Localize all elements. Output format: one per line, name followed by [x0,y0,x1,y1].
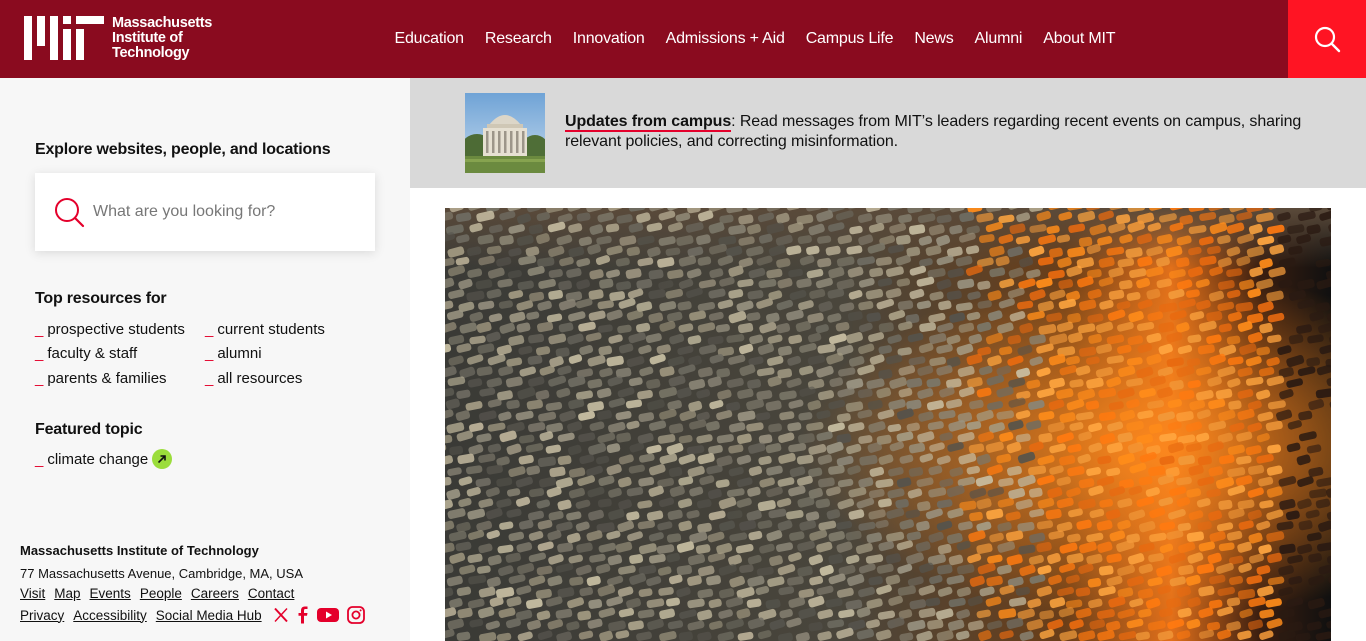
facebook-icon[interactable] [297,606,309,624]
nav-alumni[interactable]: Alumni [964,30,1033,48]
resource-label: all resources [217,370,303,387]
nav-education[interactable]: Education [384,30,474,48]
footer-links-row: Visit Map Events People Careers Contact [20,586,303,601]
site-search[interactable] [35,173,375,251]
great-dome-thumbnail[interactable] [465,93,545,173]
featured-topic-label: climate change [47,450,149,468]
campus-updates-banner: Updates from campus: Read messages from … [410,78,1366,188]
top-resources-title: Top resources for [35,290,167,307]
mit-logo-mark [24,16,104,60]
nav-news[interactable]: News [904,30,964,48]
resource-all-resources[interactable]: _ all resources [205,370,302,387]
logo-line: Institute of [112,30,183,46]
resource-prospective-students[interactable]: _ prospective students [35,321,185,338]
dash-marker: _ [35,450,44,468]
sidebar: Explore websites, people, and locations … [0,78,410,641]
footer-link-social-media-hub[interactable]: Social Media Hub [156,608,262,623]
nav-research[interactable]: Research [474,30,562,48]
footer-link-map[interactable]: Map [54,586,80,601]
campus-updates-text: Updates from campus: Read messages from … [565,112,1325,152]
dash-marker: _ [35,345,44,362]
resource-current-students[interactable]: _ current students [205,321,325,338]
footer-link-events[interactable]: Events [90,586,131,601]
hero-image[interactable] [445,208,1331,641]
nav-admissions-aid[interactable]: Admissions + Aid [655,30,795,48]
featured-topic-title: Featured topic [35,421,143,438]
logo-line: Technology [112,45,190,61]
nav-innovation[interactable]: Innovation [562,30,655,48]
main-nav: Education Research Innovation Admissions… [384,0,1126,78]
footer-address: 77 Massachusetts Avenue, Cambridge, MA, … [20,566,304,581]
footer-link-careers[interactable]: Careers [191,586,239,601]
search-input[interactable] [93,203,353,221]
resource-label: alumni [217,345,262,362]
youtube-icon[interactable] [316,607,339,623]
resource-parents-families[interactable]: _ parents & families [35,370,167,387]
resource-label: prospective students [47,321,185,338]
nav-campus-life[interactable]: Campus Life [795,30,904,48]
footer-link-visit[interactable]: Visit [20,586,45,601]
x-icon[interactable] [273,607,289,623]
site-header: Massachusetts Institute of Technology Ed… [0,0,1366,78]
nav-about-mit[interactable]: About MIT [1033,30,1126,48]
social-icons [273,606,373,624]
footer-link-accessibility[interactable]: Accessibility [73,608,147,623]
search-icon [55,198,85,228]
resource-faculty-staff[interactable]: _ faculty & staff [35,345,137,362]
footer-link-privacy[interactable]: Privacy [20,608,64,623]
footer-link-people[interactable]: People [140,586,182,601]
dash-marker: _ [205,345,214,362]
arrow-up-right-icon [152,449,173,469]
header-search-button[interactable] [1288,0,1366,78]
butterfly-wing-scales-image [445,208,1331,641]
resource-label: current students [217,321,325,338]
footer-links-row: Privacy Accessibility Social Media Hub [20,606,373,624]
dash-marker: _ [205,321,214,338]
dash-marker: _ [35,321,44,338]
footer-org-name: Massachusetts Institute of Technology [20,543,259,558]
mit-logo[interactable]: Massachusetts Institute of Technology [24,16,212,61]
updates-from-campus-link[interactable]: Updates from campus [565,113,731,132]
dash-marker: _ [205,370,214,387]
resource-label: parents & families [47,370,167,387]
logo-line: Massachusetts [112,15,213,31]
footer-link-contact[interactable]: Contact [248,586,295,601]
logo-text: Massachusetts Institute of Technology [112,16,212,61]
resource-alumni[interactable]: _ alumni [205,345,262,362]
instagram-icon[interactable] [346,606,365,624]
featured-topic-link[interactable]: _ climate change [35,449,173,470]
resource-label: faculty & staff [47,345,138,362]
search-icon [1314,26,1341,53]
explore-title: Explore websites, people, and locations [35,141,331,158]
dash-marker: _ [35,370,44,387]
